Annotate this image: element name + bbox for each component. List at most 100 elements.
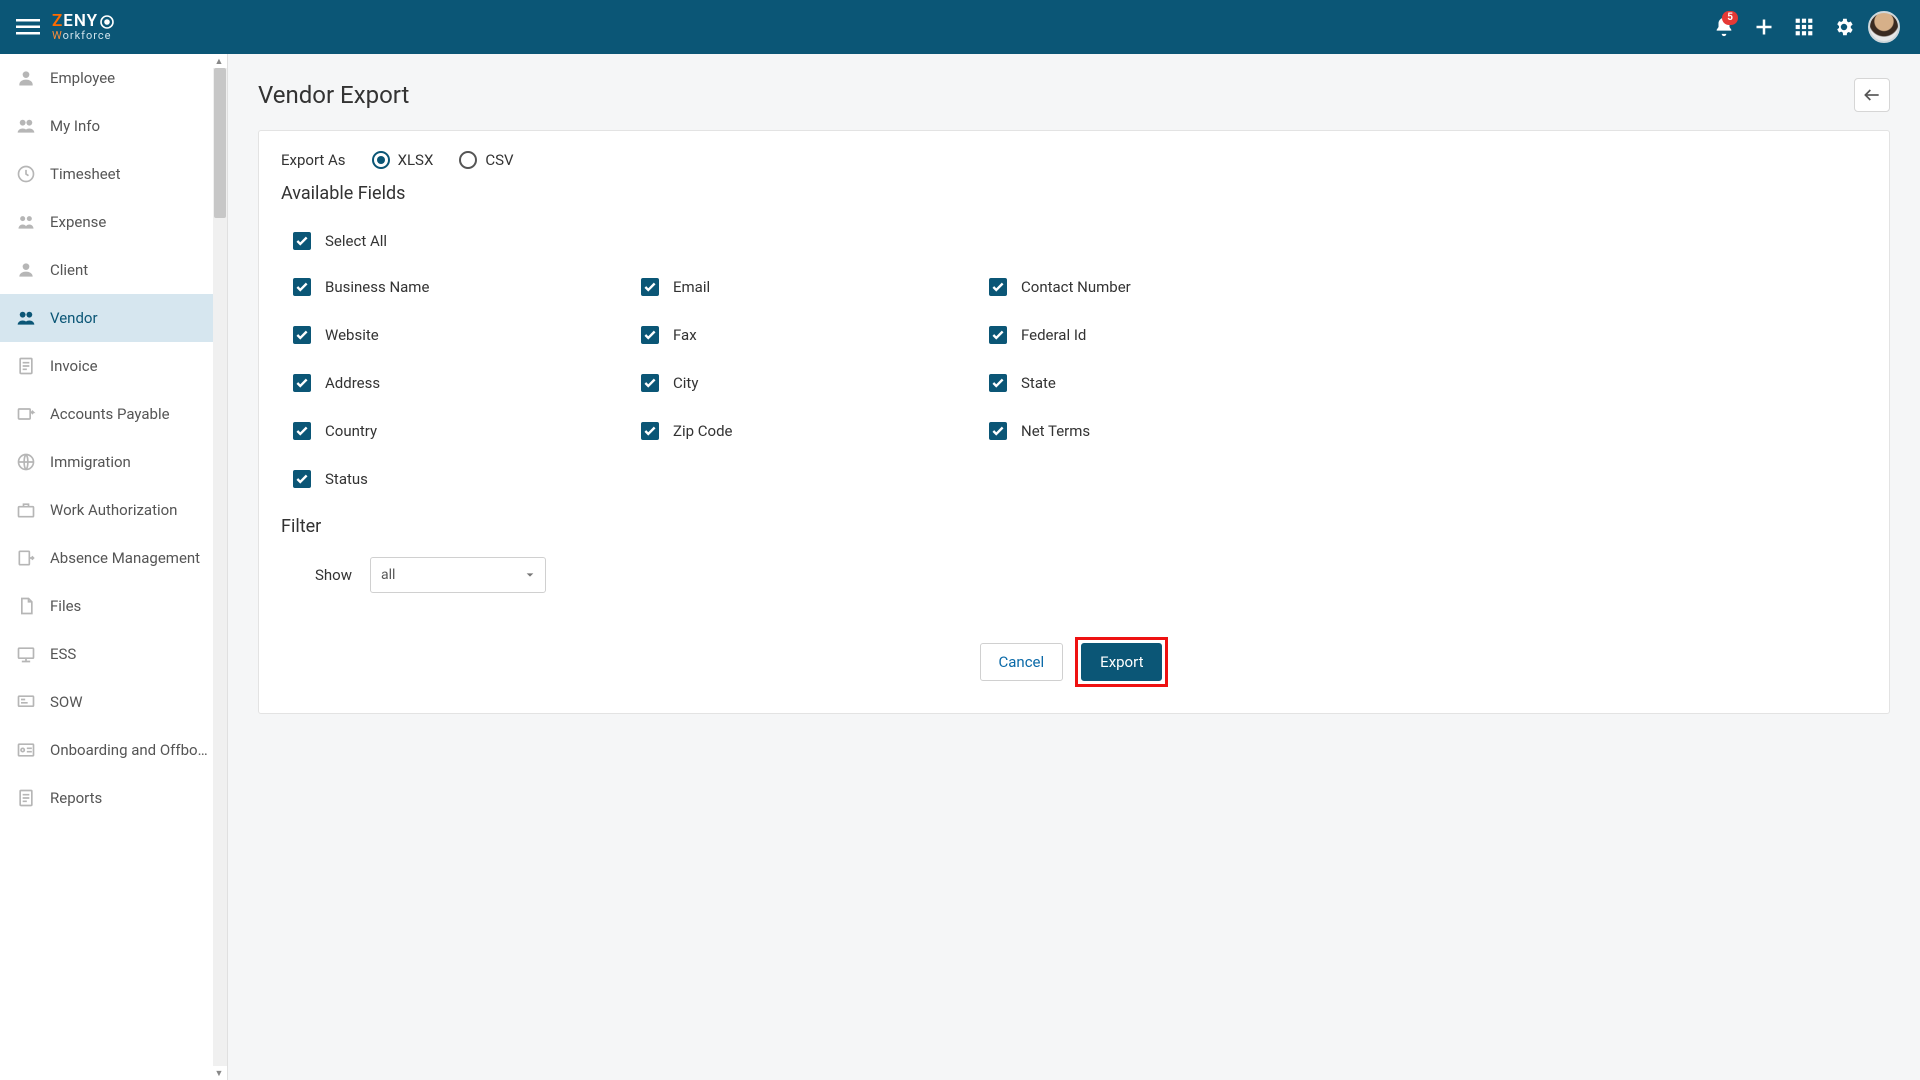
checkbox-icon xyxy=(641,374,659,392)
field-state[interactable]: State xyxy=(989,374,1329,392)
checkbox-icon xyxy=(989,326,1007,344)
scroll-up-button[interactable]: ▲ xyxy=(212,54,226,68)
clock-icon xyxy=(16,164,36,184)
field-country[interactable]: Country xyxy=(293,422,633,440)
sow-icon xyxy=(16,692,36,712)
sidebar-item-label: Accounts Payable xyxy=(50,405,170,423)
sidebar-item-label: Client xyxy=(50,261,88,279)
settings-button[interactable] xyxy=(1824,7,1864,47)
cancel-label: Cancel xyxy=(999,653,1045,671)
sidebar-item-client[interactable]: Client xyxy=(0,246,227,294)
sidebar-item-vendor[interactable]: Vendor xyxy=(0,294,227,342)
sidebar-item-onboarding-and-offboa[interactable]: Onboarding and Offboa... xyxy=(0,726,227,774)
checkbox-icon xyxy=(293,470,311,488)
export-as-label: Export As xyxy=(281,151,346,169)
hamburger-icon[interactable] xyxy=(16,15,40,39)
logo[interactable]: ZENY Workforce xyxy=(52,13,115,41)
accounts-payable-icon xyxy=(16,404,36,424)
field-city[interactable]: City xyxy=(641,374,981,392)
sidebar-item-files[interactable]: Files xyxy=(0,582,227,630)
sidebar-item-my-info[interactable]: My Info xyxy=(0,102,227,150)
radio-csv[interactable]: CSV xyxy=(459,151,513,169)
available-fields-title: Available Fields xyxy=(281,183,1867,204)
sidebar-item-expense[interactable]: Expense xyxy=(0,198,227,246)
scrollbar-thumb[interactable] xyxy=(214,68,226,218)
field-label: Contact Number xyxy=(1021,278,1131,296)
radio-xlsx[interactable]: XLSX xyxy=(372,151,434,169)
sidebar-item-reports[interactable]: Reports xyxy=(0,774,227,822)
checkbox-icon xyxy=(293,326,311,344)
field-label: City xyxy=(673,374,698,392)
field-email[interactable]: Email xyxy=(641,278,981,296)
field-label: Website xyxy=(325,326,379,344)
apps-button[interactable] xyxy=(1784,7,1824,47)
show-dropdown[interactable]: all xyxy=(370,557,546,593)
sidebar-item-label: Vendor xyxy=(50,309,98,327)
field-zip-code[interactable]: Zip Code xyxy=(641,422,981,440)
sidebar-item-invoice[interactable]: Invoice xyxy=(0,342,227,390)
field-label: Email xyxy=(673,278,710,296)
sidebar-item-label: ESS xyxy=(50,645,76,663)
onboarding-icon xyxy=(16,740,36,760)
checkbox-icon xyxy=(293,278,311,296)
briefcase-icon xyxy=(16,500,36,520)
sidebar-item-label: Onboarding and Offboa... xyxy=(50,741,211,759)
field-website[interactable]: Website xyxy=(293,326,633,344)
page-title: Vendor Export xyxy=(258,81,409,109)
select-all-label: Select All xyxy=(325,232,387,250)
avatar-button[interactable] xyxy=(1864,7,1904,47)
sidebar-item-label: Employee xyxy=(50,69,115,87)
field-business-name[interactable]: Business Name xyxy=(293,278,633,296)
field-net-terms[interactable]: Net Terms xyxy=(989,422,1329,440)
sidebar-item-label: SOW xyxy=(50,693,83,711)
export-card: Export As XLSX CSV Available Fields Selec… xyxy=(258,130,1890,714)
checkbox-icon xyxy=(641,422,659,440)
sidebar: ▲ ▼ Employee My Info Timesheet Expense Clien… xyxy=(0,54,228,1080)
sidebar-item-label: Invoice xyxy=(50,357,98,375)
field-label: Country xyxy=(325,422,377,440)
scroll-down-button[interactable]: ▼ xyxy=(212,1066,226,1080)
back-button[interactable] xyxy=(1854,78,1890,112)
checkbox-icon xyxy=(293,422,311,440)
radio-icon xyxy=(372,151,390,169)
checkbox-icon xyxy=(989,422,1007,440)
field-label: Fax xyxy=(673,326,697,344)
logo-bottom: Workforce xyxy=(52,30,115,41)
select-all-checkbox[interactable]: Select All xyxy=(293,232,1867,250)
field-label: Address xyxy=(325,374,380,392)
sidebar-item-label: Work Authorization xyxy=(50,501,177,519)
sidebar-item-work-authorization[interactable]: Work Authorization xyxy=(0,486,227,534)
sidebar-item-immigration[interactable]: Immigration xyxy=(0,438,227,486)
sidebar-item-employee[interactable]: Employee xyxy=(0,54,227,102)
reports-icon xyxy=(16,788,36,808)
client-icon xyxy=(16,260,36,280)
notifications-button[interactable]: 5 xyxy=(1704,7,1744,47)
radio-label: XLSX xyxy=(398,151,434,169)
sidebar-item-absence-management[interactable]: Absence Management xyxy=(0,534,227,582)
files-icon xyxy=(16,596,36,616)
field-contact-number[interactable]: Contact Number xyxy=(989,278,1329,296)
export-button[interactable]: Export xyxy=(1081,643,1162,681)
field-federal-id[interactable]: Federal Id xyxy=(989,326,1329,344)
sidebar-item-sow[interactable]: SOW xyxy=(0,678,227,726)
avatar xyxy=(1868,11,1900,43)
cancel-button[interactable]: Cancel xyxy=(980,643,1064,681)
ess-icon xyxy=(16,644,36,664)
export-button-highlight: Export xyxy=(1075,637,1168,687)
filter-title: Filter xyxy=(281,516,1867,537)
globe-icon xyxy=(16,452,36,472)
sidebar-item-accounts-payable[interactable]: Accounts Payable xyxy=(0,390,227,438)
sidebar-item-ess[interactable]: ESS xyxy=(0,630,227,678)
field-status[interactable]: Status xyxy=(293,470,633,488)
sidebar-item-timesheet[interactable]: Timesheet xyxy=(0,150,227,198)
absence-icon xyxy=(16,548,36,568)
sidebar-item-label: Absence Management xyxy=(50,549,200,567)
field-fax[interactable]: Fax xyxy=(641,326,981,344)
checkbox-icon xyxy=(293,374,311,392)
sidebar-item-label: Timesheet xyxy=(50,165,121,183)
checkbox-icon xyxy=(641,326,659,344)
field-label: Status xyxy=(325,470,368,488)
sidebar-item-label: Immigration xyxy=(50,453,131,471)
add-button[interactable] xyxy=(1744,7,1784,47)
field-address[interactable]: Address xyxy=(293,374,633,392)
